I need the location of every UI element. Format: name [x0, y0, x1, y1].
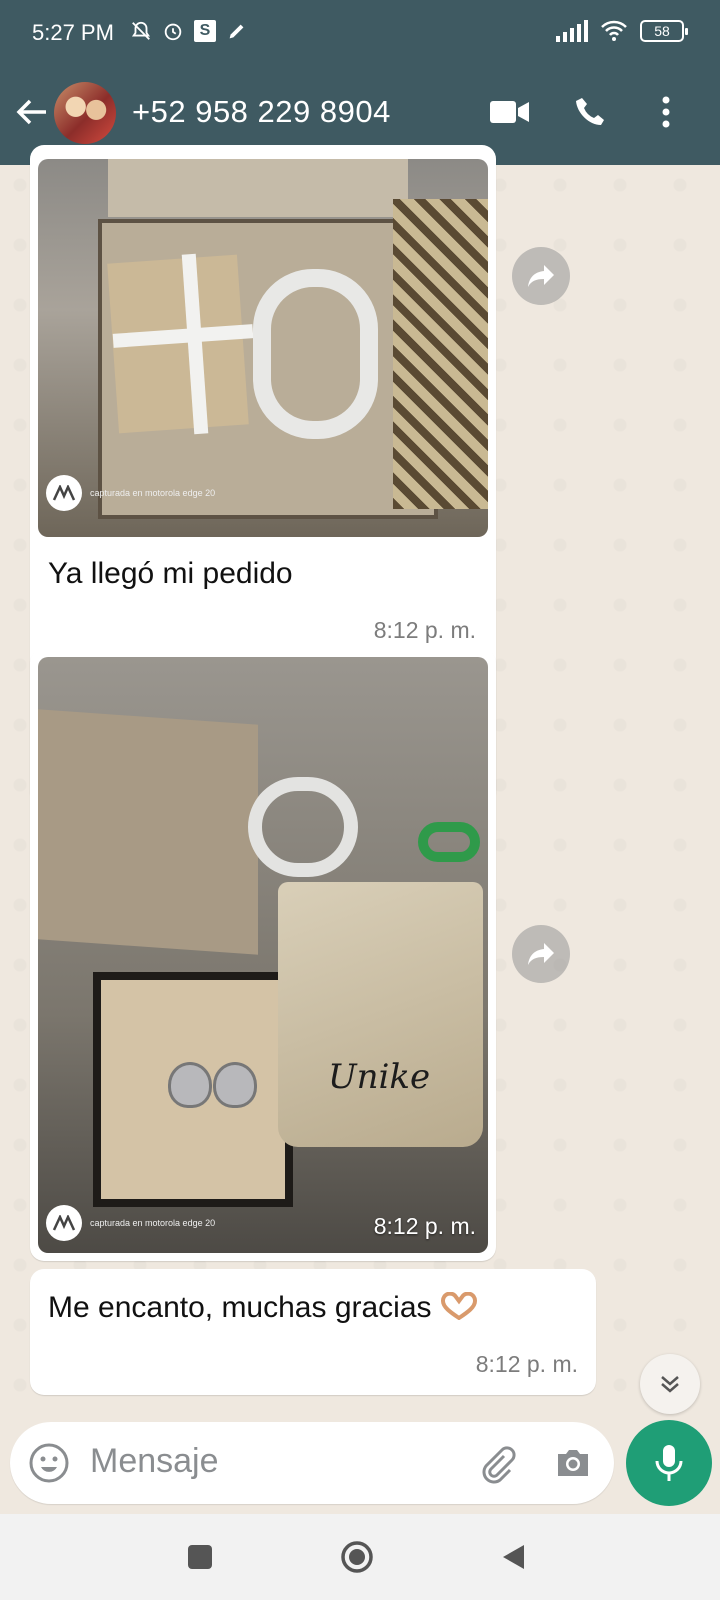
- forward-button[interactable]: [512, 247, 570, 305]
- message-text-content: Me encanto, muchas gracias: [48, 1291, 432, 1324]
- message-photo[interactable]: Unike capturada en motorola edge 20 8:12…: [38, 657, 488, 1253]
- camera-icon[interactable]: [552, 1442, 594, 1484]
- voice-call-button[interactable]: [568, 90, 612, 134]
- bell-off-icon: [131, 21, 151, 40]
- photo-watermark: capturada en motorola edge 20: [46, 1205, 215, 1241]
- signal-icon: [556, 20, 588, 42]
- motorola-logo-icon: [46, 475, 82, 511]
- nav-back-icon: [503, 1545, 524, 1569]
- top-bar: 5:27 PM S 58 +52 958 229 8904: [0, 0, 720, 165]
- emoji-icon[interactable]: [28, 1442, 70, 1484]
- message-input[interactable]: Mensaje: [90, 1442, 219, 1481]
- back-arrow-icon[interactable]: [12, 92, 52, 132]
- status-notification-icons: S: [130, 20, 248, 42]
- message-timestamp: 8:12 p. m.: [373, 617, 476, 643]
- wifi-icon: [601, 20, 627, 41]
- nav-back-button[interactable]: [496, 1540, 530, 1574]
- status-bar: 5:27 PM S 58: [0, 0, 720, 68]
- video-call-button[interactable]: [488, 90, 532, 134]
- message-bubble-image[interactable]: Unike capturada en motorola edge 20 8:12…: [30, 649, 496, 1261]
- photo-box-lid: [38, 709, 258, 955]
- photo-box-lid: [108, 159, 408, 217]
- photo-cable: [253, 269, 378, 439]
- voice-message-button[interactable]: [626, 1420, 712, 1506]
- battery-icon: 58: [640, 20, 688, 42]
- s-app-icon: S: [194, 20, 216, 42]
- nav-recents-icon: [188, 1545, 212, 1569]
- message-photo[interactable]: capturada en motorola edge 20: [38, 159, 488, 537]
- phone-icon: [576, 98, 604, 125]
- more-vert-icon: [662, 96, 670, 128]
- chevron-double-down-icon: [661, 1376, 679, 1393]
- pen-icon: [229, 24, 244, 39]
- photo-locket: [168, 1062, 212, 1108]
- photo-green-object: [418, 822, 480, 862]
- message-bubble-text[interactable]: Me encanto, muchas gracias 8:12 p. m.: [30, 1269, 596, 1395]
- status-time: 5:27 PM: [32, 20, 114, 45]
- contact-name[interactable]: +52 958 229 8904: [132, 94, 391, 130]
- nav-recents-button[interactable]: [183, 1540, 217, 1574]
- forward-button[interactable]: [512, 925, 570, 983]
- chat-area[interactable]: capturada en motorola edge 20 Ya llegó m…: [0, 145, 720, 1433]
- photo-locket: [213, 1062, 257, 1108]
- nav-home-icon: [341, 1541, 373, 1573]
- photo-watermark: capturada en motorola edge 20: [46, 475, 215, 511]
- status-system-icons: 58: [556, 20, 688, 42]
- watermark-text: capturada en motorola edge 20: [90, 1217, 216, 1228]
- forward-icon: [528, 265, 554, 287]
- nav-home-button[interactable]: [340, 1540, 374, 1574]
- scroll-to-bottom-button[interactable]: [640, 1354, 700, 1414]
- watermark-text: capturada en motorola edge 20: [90, 487, 216, 498]
- photo-pouch: [278, 882, 483, 1147]
- heart-hands-emoji-icon: [440, 1292, 477, 1320]
- attach-icon[interactable]: [476, 1442, 518, 1484]
- forward-icon: [528, 943, 554, 965]
- pouch-brand-text: Unike: [328, 1057, 431, 1097]
- video-call-icon: [490, 101, 529, 123]
- message-timestamp: 8:12 p. m.: [373, 1213, 476, 1239]
- message-caption: Ya llegó mi pedido: [48, 557, 293, 590]
- photo-cable: [248, 777, 358, 877]
- mic-icon: [655, 1445, 683, 1481]
- system-nav-bar: [0, 1514, 720, 1600]
- message-text: Me encanto, muchas gracias: [48, 1291, 478, 1325]
- photo-crinkle-paper: [393, 199, 488, 509]
- motorola-logo-icon: [46, 1205, 82, 1241]
- message-composer[interactable]: Mensaje: [10, 1422, 614, 1504]
- alarm-icon: [164, 23, 182, 41]
- message-timestamp: 8:12 p. m.: [475, 1351, 578, 1377]
- contact-avatar[interactable]: [54, 82, 116, 144]
- more-options-button[interactable]: [644, 90, 688, 134]
